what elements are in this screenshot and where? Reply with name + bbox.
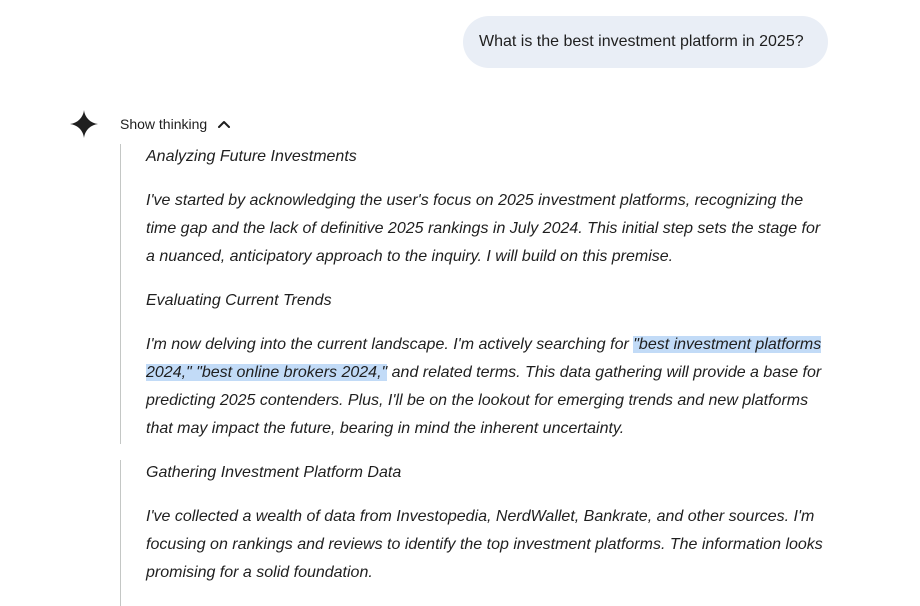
user-message-text: What is the best investment platform in … (479, 33, 804, 50)
section-body: I'm now delving into the current landsca… (146, 331, 831, 443)
section-heading: Gathering Investment Platform Data (146, 464, 402, 481)
section-body: I've started by acknowledging the user's… (146, 192, 821, 265)
body-text: I'm now delving into the current landsca… (146, 336, 634, 353)
thinking-block: Analyzing Future Investments I've starte… (120, 144, 831, 444)
section-heading: Analyzing Future Investments (146, 148, 357, 165)
sparkle-icon (70, 110, 98, 138)
show-thinking-label: Show thinking (120, 116, 208, 132)
section-body: I've collected a wealth of data from Inv… (146, 508, 823, 581)
thinking-block: Gathering Investment Platform Data I've … (120, 460, 831, 606)
section-heading: Evaluating Current Trends (146, 292, 332, 309)
user-message-bubble: What is the best investment platform in … (463, 16, 828, 68)
show-thinking-toggle[interactable]: Show thinking (120, 112, 231, 136)
chevron-up-icon (218, 121, 231, 128)
